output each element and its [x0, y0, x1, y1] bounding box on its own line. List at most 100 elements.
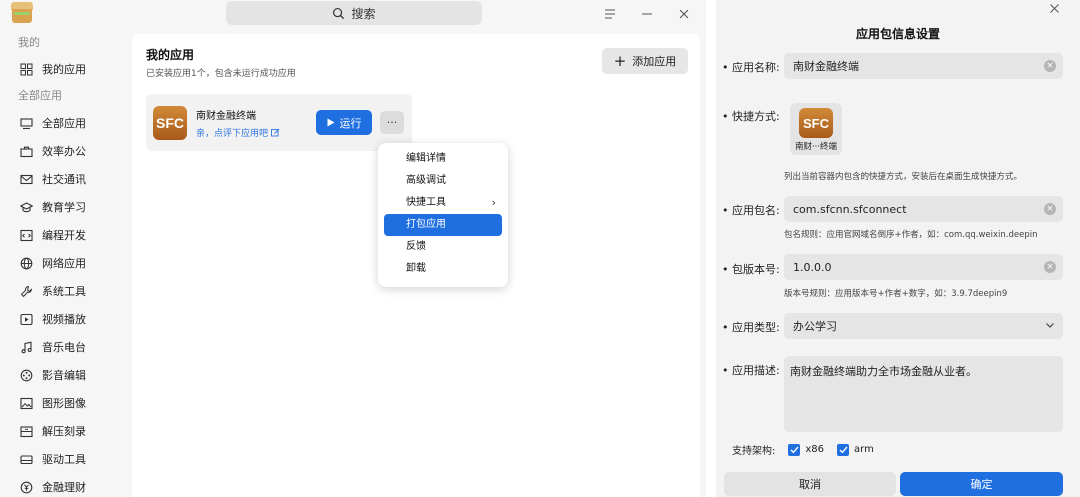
arch-x86-checkbox[interactable]: x86: [788, 443, 825, 456]
monitor-icon: [20, 117, 33, 129]
app-name-value: 南财金融终端: [793, 60, 859, 73]
clear-icon[interactable]: ×: [1044, 203, 1056, 215]
arch-option-label: x86: [805, 444, 825, 455]
app-store-window: 搜索 我的 我的应用 全部应用 全部应用 效率办公 社交通讯 教育学习 编程开发…: [0, 0, 706, 497]
sidebar-item-label: 编程开发: [42, 229, 86, 242]
menu-item-uninstall[interactable]: 卸载: [384, 258, 502, 280]
more-options-button[interactable]: ···: [380, 111, 404, 134]
menu-item-feedback[interactable]: 反馈: [384, 236, 502, 258]
sidebar-item-media-edit[interactable]: 影音编辑: [0, 361, 130, 389]
titlebar: 搜索: [0, 0, 706, 28]
confirm-button[interactable]: 确定: [900, 472, 1063, 496]
minimize-button[interactable]: [636, 4, 658, 24]
menu-button[interactable]: [599, 4, 621, 24]
sidebar-item-label: 驱动工具: [42, 453, 86, 466]
shortcut-label: • 快捷方式:: [722, 110, 780, 123]
version-hint: 版本号规则：应用版本号+作者+数字，如：3.9.7deepin9: [784, 289, 1008, 299]
sidebar-item-education[interactable]: 教育学习: [0, 193, 130, 221]
run-button[interactable]: 运行: [316, 110, 372, 135]
sidebar-item-label: 解压刻录: [42, 425, 86, 438]
shortcut-tile[interactable]: SFC 南财···终端: [790, 103, 842, 155]
sidebar-group-mine: 我的: [18, 36, 40, 49]
version-field[interactable]: 1.0.0.0 ×: [784, 254, 1063, 280]
app-name-field[interactable]: 南财金融终端 ×: [784, 53, 1063, 79]
dialog-close-button[interactable]: [1044, 0, 1064, 16]
sidebar-item-system-tools[interactable]: 系统工具: [0, 277, 130, 305]
rate-app-link[interactable]: 亲，点评下应用吧: [196, 126, 280, 139]
run-label: 运行: [339, 116, 362, 130]
menu-item-label: 打包应用: [406, 219, 446, 230]
sidebar-item-my-apps[interactable]: 我的应用: [0, 55, 130, 83]
wrench-icon: [20, 285, 32, 297]
app-type-label: • 应用类型:: [722, 321, 780, 334]
app-name-label: • 应用名称:: [722, 61, 780, 74]
package-settings-dialog: 应用包信息设置 • 应用名称: 南财金融终端 × • 快捷方式: SFC 南财·…: [716, 0, 1080, 497]
close-icon: [1049, 3, 1059, 13]
description-textarea[interactable]: 南财金融终端助力全市场金融从业者。: [784, 356, 1063, 432]
sidebar: 我的 我的应用 全部应用 全部应用 效率办公 社交通讯 教育学习 编程开发 网络…: [0, 28, 130, 497]
plus-icon: +: [613, 51, 627, 70]
arch-arm-checkbox[interactable]: arm: [837, 443, 874, 456]
package-name-value: com.sfcnn.sfconnect: [793, 202, 907, 216]
sidebar-item-finance[interactable]: 金融理财: [0, 473, 130, 497]
sidebar-item-label: 社交通讯: [42, 173, 86, 186]
app-type-select[interactable]: 办公学习: [784, 313, 1063, 339]
graduation-cap-icon: [20, 201, 33, 212]
shortcut-logo: SFC: [799, 108, 833, 138]
sidebar-item-video[interactable]: 视频播放: [0, 305, 130, 333]
architecture-label: 支持架构:: [732, 446, 776, 457]
play-square-icon: [20, 313, 33, 325]
sidebar-item-label: 系统工具: [42, 285, 86, 298]
sidebar-item-label: 金融理财: [42, 481, 86, 494]
sidebar-item-music[interactable]: 音乐电台: [0, 333, 130, 361]
arch-option-label: arm: [854, 444, 874, 455]
rate-app-label: 亲，点评下应用吧: [196, 129, 269, 139]
sidebar-item-label: 影音编辑: [42, 369, 86, 382]
image-icon: [20, 397, 33, 409]
sidebar-item-archive[interactable]: 解压刻录: [0, 417, 130, 445]
close-icon: [679, 9, 689, 19]
add-app-button[interactable]: + 添加应用: [602, 48, 688, 74]
app-card[interactable]: SFC 南财金融终端 亲，点评下应用吧 运行 ···: [146, 94, 412, 151]
play-icon: [327, 118, 334, 127]
sidebar-item-label: 全部应用: [42, 117, 86, 130]
sidebar-item-label: 音乐电台: [42, 341, 86, 354]
dialog-title: 应用包信息设置: [855, 27, 940, 41]
clear-icon[interactable]: ×: [1044, 261, 1056, 273]
sidebar-item-programming[interactable]: 编程开发: [0, 221, 130, 249]
globe-icon: [20, 257, 33, 269]
menu-item-edit-details[interactable]: 编辑详情: [384, 148, 502, 170]
context-menu: 编辑详情 高级调试 快捷工具 › 打包应用 反馈 卸载: [378, 143, 508, 287]
edit-icon: [271, 128, 280, 137]
package-name-field[interactable]: com.sfcnn.sfconnect ×: [784, 196, 1063, 222]
sidebar-group-all: 全部应用: [18, 89, 62, 102]
add-app-label: 添加应用: [632, 55, 677, 68]
menu-item-quick-tools[interactable]: 快捷工具 ›: [384, 192, 502, 214]
drive-icon: [20, 454, 33, 464]
cancel-button[interactable]: 取消: [724, 472, 896, 496]
search-box[interactable]: 搜索: [226, 1, 482, 25]
sidebar-item-office[interactable]: 效率办公: [0, 137, 130, 165]
package-name-label: • 应用包名:: [722, 204, 780, 217]
checkmark-icon: [788, 443, 801, 456]
sidebar-item-label: 网络应用: [42, 257, 86, 270]
menu-item-label: 编辑详情: [406, 153, 446, 164]
sidebar-item-network[interactable]: 网络应用: [0, 249, 130, 277]
minimize-icon: [642, 13, 652, 15]
menu-item-label: 高级调试: [406, 175, 446, 186]
menu-item-advanced-debug[interactable]: 高级调试: [384, 170, 502, 192]
menu-item-label: 反馈: [406, 241, 426, 252]
sidebar-item-graphics[interactable]: 图形图像: [0, 389, 130, 417]
app-logo: SFC: [153, 106, 187, 140]
sidebar-item-label: 效率办公: [42, 145, 86, 158]
close-button[interactable]: [673, 4, 695, 24]
menu-item-package-app[interactable]: 打包应用: [384, 214, 502, 236]
description-label: • 应用描述:: [722, 364, 780, 377]
search-label: 搜索: [351, 6, 376, 21]
sidebar-item-drivers[interactable]: 驱动工具: [0, 445, 130, 473]
architecture-row: 支持架构: x86 arm: [732, 442, 882, 457]
clear-icon[interactable]: ×: [1044, 60, 1056, 72]
app-type-value: 办公学习: [793, 320, 837, 333]
sidebar-item-all-apps[interactable]: 全部应用: [0, 109, 130, 137]
sidebar-item-social[interactable]: 社交通讯: [0, 165, 130, 193]
